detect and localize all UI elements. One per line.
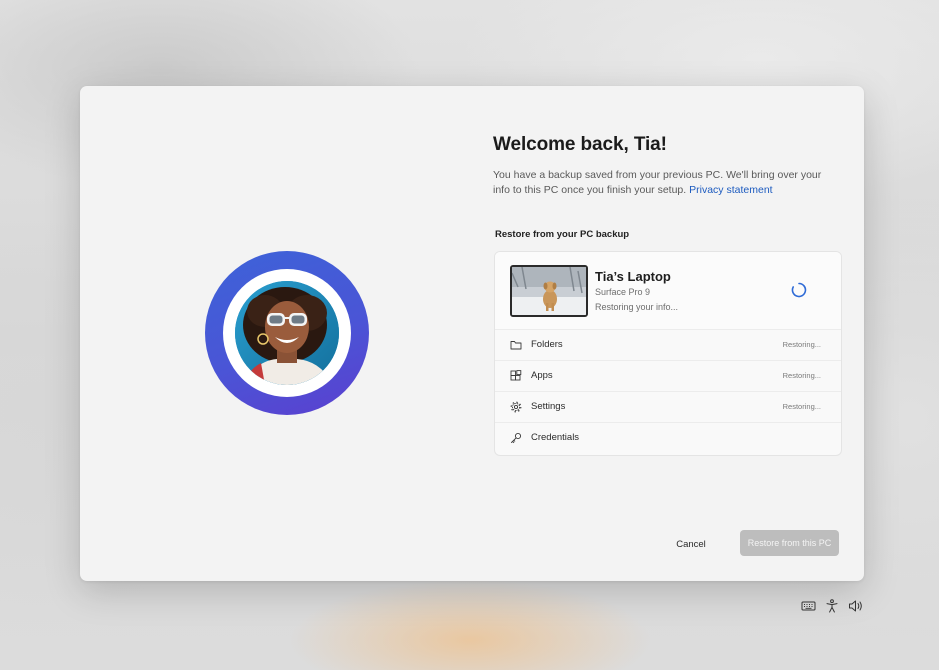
user-photo	[235, 281, 339, 385]
apps-icon	[510, 370, 522, 381]
page-title: Welcome back, Tia!	[493, 134, 667, 155]
loading-spinner-icon	[791, 282, 807, 298]
gear-icon	[510, 401, 522, 413]
device-thumbnail	[510, 265, 588, 317]
restore-item-label: Credentials	[531, 432, 580, 443]
section-label: Restore from your PC backup	[495, 229, 630, 240]
accessibility-icon[interactable]	[825, 599, 839, 613]
device-name: Tia’s Laptop	[595, 269, 671, 284]
restore-from-this-pc-button[interactable]: Restore from this PC	[740, 530, 839, 556]
restore-item-status: Restoring...	[782, 371, 821, 380]
volume-icon[interactable]	[848, 599, 864, 613]
folder-icon	[510, 341, 522, 350]
device-status: Restoring your info...	[595, 302, 679, 312]
restore-item-label: Settings	[531, 401, 566, 412]
backup-device: Tia’s Laptop Surface Pro 9 Restoring you…	[495, 252, 841, 329]
device-model: Surface Pro 9	[595, 287, 651, 297]
restore-item-folders: Folders Restoring...	[495, 329, 841, 360]
oobe-restore-dialog: Welcome back, Tia! You have a backup sav…	[80, 86, 864, 581]
restore-item-settings: Settings Restoring...	[495, 391, 841, 422]
keyboard-icon[interactable]	[801, 599, 816, 613]
restore-item-status: Restoring...	[782, 402, 821, 411]
backup-card: Tia’s Laptop Surface Pro 9 Restoring you…	[494, 251, 842, 456]
key-icon	[511, 432, 522, 444]
restore-item-label: Apps	[531, 370, 553, 381]
cancel-button[interactable]: Cancel	[665, 532, 717, 556]
restore-item-credentials: Credentials	[495, 422, 841, 453]
restore-item-status: Restoring...	[782, 340, 821, 349]
restore-item-label: Folders	[531, 339, 563, 350]
page-description: You have a backup saved from your previo…	[493, 168, 828, 198]
privacy-statement-link[interactable]: Privacy statement	[689, 184, 772, 196]
user-avatar	[205, 251, 369, 415]
restore-item-apps: Apps Restoring...	[495, 360, 841, 391]
